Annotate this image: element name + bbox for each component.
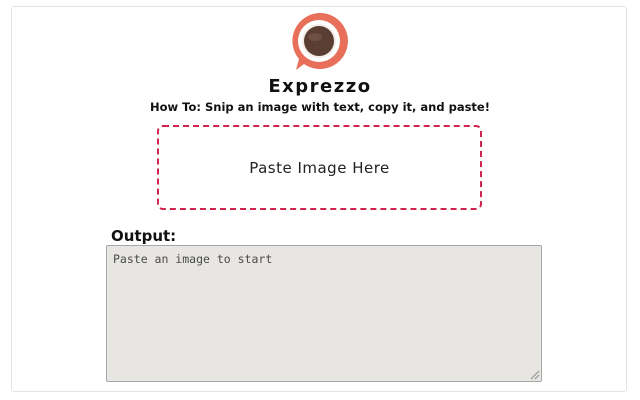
how-to-instructions: How To: Snip an image with text, copy it…: [150, 100, 490, 114]
output-label: Output:: [111, 227, 177, 245]
dropzone-label: Paste Image Here: [249, 158, 390, 177]
app-title: Exprezzo: [268, 76, 372, 97]
resize-grip-icon[interactable]: [529, 369, 540, 380]
paste-image-dropzone[interactable]: Paste Image Here: [157, 125, 482, 210]
output-textarea[interactable]: [106, 245, 542, 382]
exprezzo-logo-icon: [292, 12, 348, 70]
